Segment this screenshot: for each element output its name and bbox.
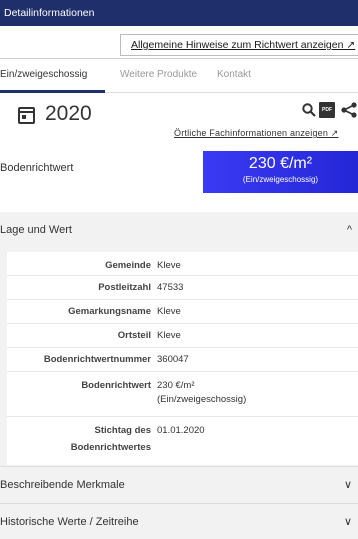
table-value: 47533 — [157, 282, 184, 293]
bodenrichtwert-value: 230 €/m² — [248, 155, 313, 172]
accordion-lage-und-wert[interactable]: Lage und Wert ^ — [0, 212, 358, 248]
table-value: Kleve — [157, 260, 181, 271]
chevron-up-icon: ^ — [346, 224, 352, 236]
table-key: Ortsteil — [117, 330, 151, 341]
general-hints-button[interactable]: Allgemeine Hinweise zum Richtwert anzeig… — [120, 34, 358, 56]
pdf-icon[interactable]: PDF — [319, 102, 335, 118]
table-row: Postleitzahl 47533 — [7, 276, 358, 300]
table-value: Kleve — [157, 306, 181, 317]
table-value: 360047 — [157, 354, 189, 365]
table-row: Bodenrichtwert 230 €/m² (Ein/zweigeschos… — [7, 372, 358, 417]
table-key: Gemarkungsname — [68, 306, 151, 317]
share-icon[interactable] — [340, 102, 358, 118]
table-row: Stichtag des Bodenrichtwertes 01.01.2020 — [7, 417, 358, 465]
search-icon[interactable] — [302, 103, 316, 117]
table-row: Gemarkungsname Kleve — [7, 300, 358, 324]
local-info-link[interactable]: Örtliche Fachinformationen anzeigen ↗ — [174, 128, 339, 139]
hint-row: Allgemeine Hinweise zum Richtwert anzeig… — [0, 26, 358, 59]
accordion-beschreibende-merkmale[interactable]: Beschreibende Merkmale ∨ — [0, 467, 358, 503]
table-key: Bodenrichtwertnummer — [43, 354, 151, 365]
table-row: Ortsteil Kleve — [7, 324, 358, 348]
bodenrichtwert-subtext: (Ein/zweigeschossig) — [242, 175, 319, 184]
table-key: Gemeinde — [105, 260, 151, 271]
table-key: Stichtag des — [94, 425, 152, 436]
tab-weitere-produkte[interactable]: Weitere Produkte — [120, 69, 197, 80]
accordion-title: Beschreibende Merkmale — [0, 479, 125, 491]
table-row: Gemeinde Kleve — [7, 252, 358, 276]
bodenrichtwert-badge: 230 €/m² (Ein/zweigeschossig) — [203, 151, 358, 193]
chevron-down-icon: ∨ — [343, 479, 352, 491]
table-value-secondary: (Ein/zweigeschossig) — [157, 394, 247, 405]
calendar-icon — [18, 107, 35, 124]
table-row: Bodenrichtwertnummer 360047 — [7, 348, 358, 372]
accordion-historische-werte[interactable]: Historische Werte / Zeitreihe ∨ — [0, 504, 358, 539]
table-value: Kleve — [157, 330, 181, 341]
year-label: 2020 — [45, 102, 92, 125]
bodenrichtwert-label: Bodenrichtwert — [0, 162, 74, 174]
chevron-down-icon: ∨ — [343, 516, 352, 528]
table-key: Bodenrichtwert — [81, 380, 151, 391]
year-header: 2020 PDF Örtliche Fachinformationen anze… — [0, 93, 358, 141]
table-key-secondary: Bodenrichtwertes — [70, 442, 151, 453]
tab-ein-zweigeschossig[interactable]: Ein/zweigeschossig — [0, 69, 87, 80]
tab-bar: Ein/zweigeschossig Weitere Produkte Kont… — [0, 59, 358, 93]
accordion-title: Lage und Wert — [0, 224, 72, 236]
window-title: Detailinformationen — [0, 0, 358, 26]
table-value: 01.01.2020 — [157, 425, 205, 436]
tab-kontakt[interactable]: Kontakt — [217, 69, 251, 80]
lage-table: Gemeinde Kleve Postleitzahl 47533 Gemark… — [7, 252, 358, 465]
table-key: Postleitzahl — [98, 282, 151, 293]
table-value: 230 €/m² — [157, 380, 195, 391]
accordion-title: Historische Werte / Zeitreihe — [0, 516, 139, 528]
